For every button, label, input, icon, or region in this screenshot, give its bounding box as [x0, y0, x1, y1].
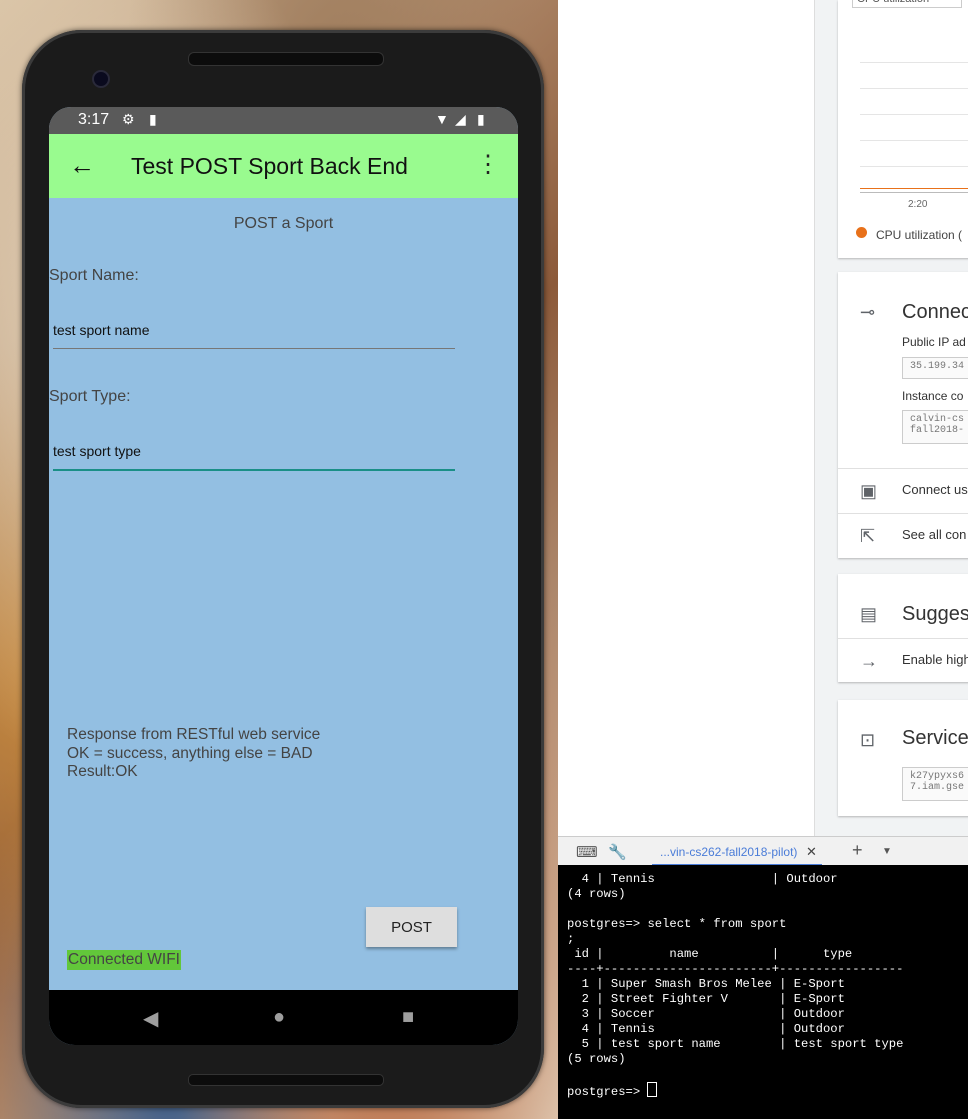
response-text: Response from RESTful web service OK = s…: [67, 726, 320, 782]
service-account-card: ⊡ Service k27ypyxs6 7.iam.gse: [838, 700, 968, 816]
dropdown-icon[interactable]: ▼: [882, 846, 892, 857]
monitoring-card: CPU utilization 2:20 CPU utilization (: [838, 0, 968, 258]
arrow-right-icon: →: [860, 651, 878, 671]
grid-line: [860, 62, 968, 63]
phone-speaker-bottom: [188, 1074, 384, 1086]
terminal-prompt: postgres=>: [567, 1085, 648, 1099]
phone-speaker: [188, 52, 384, 66]
terminal-tab-bar: ⌨ 🔧 ...vin-cs262-fall2018-pilot) ✕ + ▼: [558, 836, 968, 866]
instance-field[interactable]: calvin-cs fall2018-: [902, 410, 968, 444]
status-time: 3:17: [78, 111, 110, 128]
cpu-series-line: [860, 188, 968, 189]
add-tab-icon[interactable]: +: [852, 840, 863, 861]
close-tab-icon[interactable]: ✕: [806, 844, 817, 860]
nav-home-icon[interactable]: ●: [273, 1006, 285, 1029]
terminal-line: ----+-----------------------+-----------…: [567, 962, 904, 976]
response-line: Result:OK: [67, 763, 138, 780]
terminal-cursor: [647, 1082, 658, 1097]
nav-bar: ◀ ● ■: [49, 990, 518, 1045]
service-account-field[interactable]: k27ypyxs6 7.iam.gse: [902, 767, 968, 801]
wifi-status: Connected WIFI: [67, 950, 181, 970]
grid-line: [860, 114, 968, 115]
terminal-line: (4 rows): [567, 887, 626, 901]
phone-screen: 3:17 ⚙ ▮ ▼ ◢ ▮ ← Test POST Sport Back En…: [49, 107, 518, 1045]
phone-camera: [92, 70, 110, 88]
see-all-text: See all con: [902, 527, 967, 542]
chart-legend: CPU utilization (: [876, 228, 963, 242]
settings-icon: ⚙: [122, 111, 135, 127]
app-bar: ← Test POST Sport Back End ⋮: [49, 134, 518, 198]
chart-tick-label: 2:20: [908, 199, 928, 210]
terminal-line: 1 | Super Smash Bros Melee | E-Sport: [581, 977, 845, 991]
response-line: Response from RESTful web service: [67, 726, 321, 743]
terminal-line: 3 | Soccer | Outdoor: [581, 1007, 845, 1021]
terminal-tab-label: ...vin-cs262-fall2018-pilot): [660, 845, 798, 859]
response-line: OK = success, anything else = BAD: [67, 744, 313, 762]
sport-name-underline: [53, 348, 455, 349]
public-ip-field[interactable]: 35.199.34: [902, 357, 968, 379]
sport-name-input[interactable]: [53, 315, 455, 345]
nav-back-icon[interactable]: ◀: [143, 1006, 158, 1031]
suggestions-icon: ▤: [860, 604, 878, 624]
status-bar: 3:17 ⚙ ▮ ▼ ◢ ▮: [49, 107, 518, 134]
suggestions-card: ▤ Sugges → Enable high: [838, 574, 968, 682]
public-ip-label: Public IP ad: [902, 335, 966, 349]
terminal-text: 4 | Tennis | Outdoor (4 rows) postgres=>…: [558, 865, 968, 1100]
terminal-tab[interactable]: ...vin-cs262-fall2018-pilot) ✕: [652, 837, 822, 866]
wrench-icon[interactable]: 🔧: [608, 843, 627, 861]
wifi-icon: ▼: [435, 111, 449, 127]
console-left-panel: [558, 0, 815, 836]
connect-using-row[interactable]: ▣ Connect us: [838, 468, 968, 513]
terminal-line: ;: [567, 932, 575, 946]
terminal-line: (5 rows): [567, 1052, 626, 1066]
terminal-line: 5 | test sport name | test sport type: [581, 1037, 904, 1051]
overflow-menu-icon[interactable]: ⋮: [476, 150, 500, 179]
terminal-line: postgres=> select * from sport: [567, 917, 787, 931]
x-axis: [860, 192, 968, 193]
suggestions-title: Sugges: [902, 603, 968, 625]
terminal-line: 2 | Street Fighter V | E-Sport: [581, 992, 845, 1006]
terminal-line: id | name | type: [574, 947, 853, 961]
suggestion-text: Enable high: [902, 652, 968, 667]
sport-name-label: Sport Name:: [49, 267, 139, 284]
sd-card-icon: ▮: [149, 111, 157, 127]
terminal-output[interactable]: 4 | Tennis | Outdoor (4 rows) postgres=>…: [558, 865, 968, 1119]
cloud-console: CPU utilization 2:20 CPU utilization ( ⊸…: [558, 0, 968, 836]
app-title: Test POST Sport Back End: [131, 153, 408, 179]
terminal-icon: ▣: [860, 481, 878, 501]
grid-line: [860, 88, 968, 89]
signal-icon: ◢: [455, 111, 466, 127]
keyboard-icon[interactable]: ⌨: [576, 843, 598, 861]
connect-card: ⊸ Connec Public IP ad 35.199.34 Instance…: [838, 272, 968, 558]
service-account-icon: ⊡: [860, 730, 876, 750]
see-all-row[interactable]: ⇱ See all con: [838, 513, 968, 558]
terminal-line: 4 | Tennis | Outdoor: [581, 1022, 845, 1036]
suggestion-row[interactable]: → Enable high: [838, 638, 968, 683]
service-account-title: Service: [902, 727, 968, 749]
battery-icon: ▮: [477, 111, 485, 127]
nav-recents-icon[interactable]: ■: [402, 1006, 414, 1029]
grid-line: [860, 140, 968, 141]
post-button[interactable]: POST: [366, 907, 457, 947]
back-arrow-icon[interactable]: ←: [69, 150, 95, 181]
terminal-line: 4 | Tennis | Outdoor: [581, 872, 838, 886]
connect-icon: ⊸: [860, 302, 876, 322]
form-heading: POST a Sport: [233, 215, 334, 232]
sport-type-input[interactable]: [53, 436, 455, 466]
external-link-icon: ⇱: [860, 526, 876, 546]
grid-line: [860, 166, 968, 167]
connect-using-text: Connect us: [902, 482, 968, 497]
sport-type-label: Sport Type:: [49, 388, 131, 405]
sport-type-underline: [53, 469, 455, 471]
metric-dropdown[interactable]: CPU utilization: [852, 0, 962, 8]
legend-dot: [856, 227, 867, 238]
connect-title: Connec: [902, 301, 968, 323]
instance-label: Instance co: [902, 389, 964, 403]
